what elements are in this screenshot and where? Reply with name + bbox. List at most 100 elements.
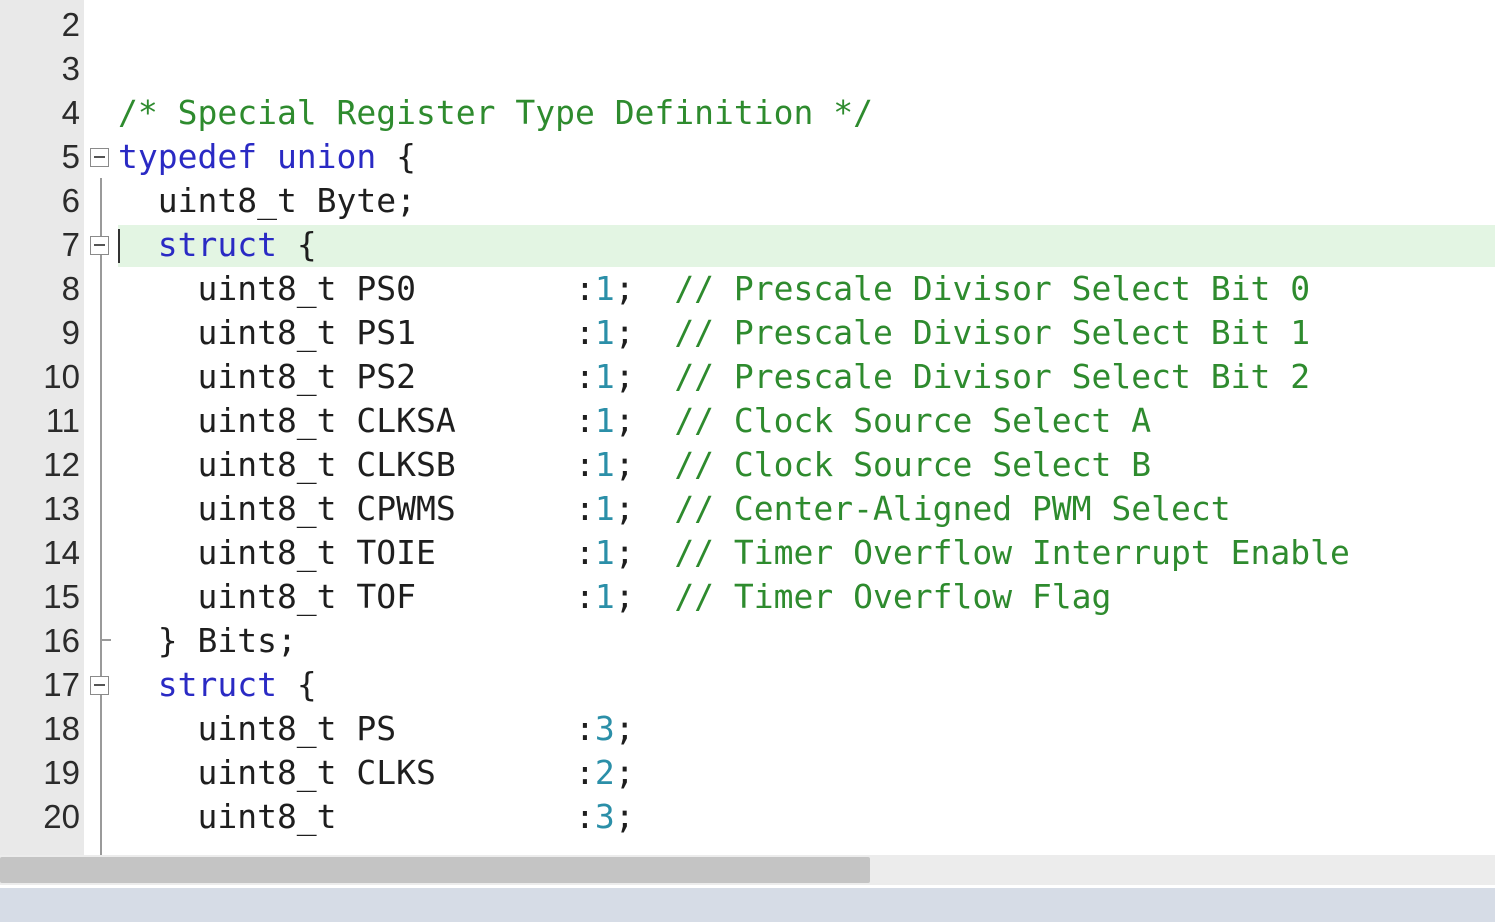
code-token: ; (614, 269, 675, 308)
code-line[interactable]: 13 uint8_t CPWMS :1; // Center-Aligned P… (0, 487, 1495, 531)
code-token: uint8_t CLKS : (118, 753, 595, 792)
code-line[interactable]: 4 /* Special Register Type Definition */ (0, 91, 1495, 135)
code-line[interactable]: 6 uint8_t Byte; (0, 179, 1495, 223)
number-token: 1 (594, 357, 615, 396)
line-number: 15 (43, 578, 80, 615)
line-number: 17 (43, 666, 80, 703)
code-editor[interactable]: 2 3 4 /* Special Register Type Definition *… (0, 0, 1495, 855)
code-text: uint8_t PS2 :1; // Prescale Divisor Sele… (118, 355, 1310, 399)
code-token: ; (614, 489, 675, 528)
code-token: ; (614, 445, 675, 484)
code-text: /* Special Register Type Definition */ (118, 91, 873, 135)
code-text: uint8_t CLKSA :1; // Clock Source Select… (118, 399, 1151, 443)
code-line[interactable]: 18 uint8_t PS :3; (0, 707, 1495, 751)
collapse-minus-icon[interactable] (90, 148, 109, 167)
number-token: 1 (594, 313, 615, 352)
collapse-minus-icon[interactable] (90, 676, 109, 695)
fold-end-marker (101, 639, 111, 641)
code-text: uint8_t TOF :1; // Timer Overflow Flag (118, 575, 1111, 619)
comment-token: // Prescale Divisor Select Bit 1 (674, 313, 1311, 352)
comment-token: // Timer Overflow Flag (674, 577, 1112, 616)
line-number: 5 (61, 138, 80, 175)
code-token: { (276, 225, 317, 264)
comment-token: // Timer Overflow Interrupt Enable (674, 533, 1350, 572)
code-line[interactable]: 10 uint8_t PS2 :1; // Prescale Divisor S… (0, 355, 1495, 399)
code-token: ; (614, 753, 635, 792)
code-token: uint8_t CPWMS : (118, 489, 595, 528)
number-token: 1 (594, 533, 615, 572)
code-token: uint8_t Byte; (118, 181, 417, 220)
code-text: uint8_t Byte; (118, 179, 416, 223)
horizontal-scrollbar-thumb[interactable] (0, 857, 870, 883)
horizontal-scrollbar[interactable] (0, 855, 1495, 885)
code-token: uint8_t PS : (118, 709, 595, 748)
code-text: uint8_t :3; (118, 795, 635, 839)
code-text: uint8_t TOIE :1; // Timer Overflow Inter… (118, 531, 1350, 575)
number-token: 1 (594, 577, 615, 616)
comment-token: // Prescale Divisor Select Bit 0 (674, 269, 1311, 308)
number-token: 1 (594, 401, 615, 440)
number-token: 1 (594, 445, 615, 484)
comment-token: // Clock Source Select B (674, 445, 1152, 484)
code-text: struct { (118, 663, 317, 707)
comment-token: // Prescale Divisor Select Bit 2 (674, 357, 1311, 396)
code-token: ; (614, 357, 675, 396)
code-line[interactable]: 17 struct { (0, 663, 1495, 707)
code-token: } Bits; (118, 621, 297, 660)
code-line[interactable]: 16 } Bits; (0, 619, 1495, 663)
code-line[interactable]: 14 uint8_t TOIE :1; // Timer Overflow In… (0, 531, 1495, 575)
code-token: ; (614, 797, 635, 836)
code-token: ; (614, 709, 635, 748)
line-number: 18 (43, 710, 80, 747)
number-token: 1 (594, 489, 615, 528)
code-line[interactable]: 2 (0, 3, 1495, 47)
collapse-minus-icon[interactable] (90, 236, 109, 255)
code-token: ; (614, 313, 675, 352)
number-token: 3 (594, 709, 615, 748)
code-text: uint8_t PS1 :1; // Prescale Divisor Sele… (118, 311, 1310, 355)
line-number: 11 (45, 402, 80, 439)
line-number: 4 (61, 94, 80, 131)
line-number: 7 (61, 226, 80, 263)
code-token: uint8_t : (118, 797, 595, 836)
code-token: uint8_t TOF : (118, 577, 595, 616)
comment-token: // Center-Aligned PWM Select (674, 489, 1231, 528)
code-line[interactable]: 19 uint8_t CLKS :2; (0, 751, 1495, 795)
code-token: uint8_t PS0 : (118, 269, 595, 308)
code-token: uint8_t PS2 : (118, 357, 595, 396)
code-line[interactable]: 9 uint8_t PS1 :1; // Prescale Divisor Se… (0, 311, 1495, 355)
code-line[interactable]: 12 uint8_t CLKSB :1; // Clock Source Sel… (0, 443, 1495, 487)
code-line[interactable]: 20 uint8_t :3; (0, 795, 1495, 839)
line-number: 10 (43, 358, 80, 395)
code-text: uint8_t CPWMS :1; // Center-Aligned PWM … (118, 487, 1231, 531)
comment-token: // Clock Source Select A (674, 401, 1152, 440)
code-text: uint8_t PS0 :1; // Prescale Divisor Sele… (118, 267, 1310, 311)
line-number: 8 (61, 270, 80, 307)
code-text: uint8_t PS :3; (118, 707, 635, 751)
code-line[interactable]: 3 (0, 47, 1495, 91)
code-token: ; (614, 401, 675, 440)
code-line[interactable]: 5 typedef union { (0, 135, 1495, 179)
line-number: 16 (43, 622, 80, 659)
code-token: uint8_t CLKSA : (118, 401, 595, 440)
line-number: 19 (43, 754, 80, 791)
code-line[interactable]: 15 uint8_t TOF :1; // Timer Overflow Fla… (0, 575, 1495, 619)
line-number: 3 (61, 50, 80, 87)
code-token: uint8_t CLKSB : (118, 445, 595, 484)
keyword-token: struct (157, 665, 277, 704)
partially-visible-line (38, 836, 78, 856)
code-line[interactable]: 7 struct { (0, 223, 1495, 267)
code-text: typedef union { (118, 135, 416, 179)
number-token: 2 (594, 753, 615, 792)
code-line[interactable]: 11 uint8_t CLKSA :1; // Clock Source Sel… (0, 399, 1495, 443)
line-number: 12 (43, 446, 80, 483)
code-token: { (276, 665, 317, 704)
keyword-token: typedef union (118, 137, 377, 176)
code-line[interactable]: 8 uint8_t PS0 :1; // Prescale Divisor Se… (0, 267, 1495, 311)
comment-token: /* Special Register Type Definition */ (118, 93, 873, 132)
code-token: uint8_t TOIE : (118, 533, 595, 572)
code-token: ; (614, 577, 675, 616)
number-token: 1 (594, 269, 615, 308)
